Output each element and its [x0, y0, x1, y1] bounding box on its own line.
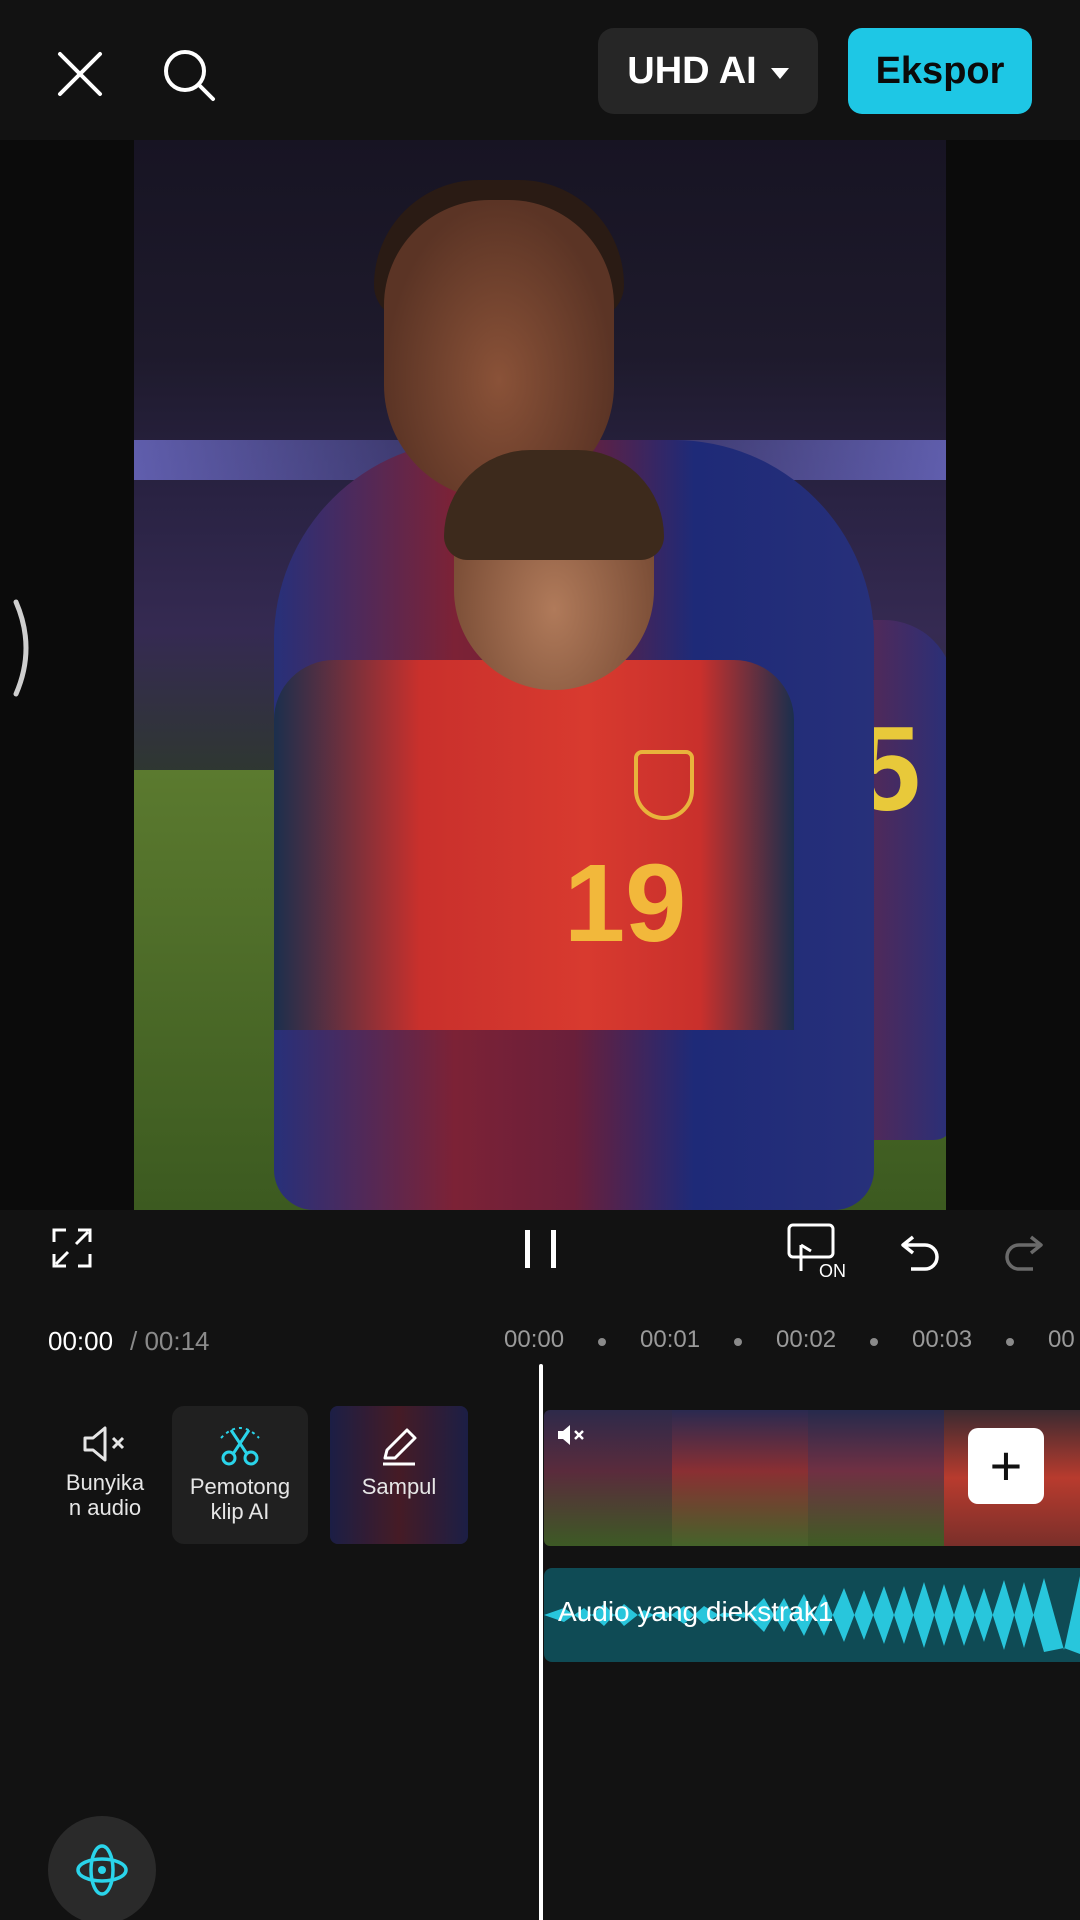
ruler-tick: 00: [1048, 1326, 1075, 1353]
clip-thumbnail: [808, 1410, 944, 1546]
playhead[interactable]: [539, 1364, 543, 1920]
ruler-tick: 00:02: [776, 1326, 837, 1353]
redo-icon: [1005, 1235, 1043, 1271]
audio-track-label: Audio yang diekstrak1: [558, 1596, 834, 1627]
svg-text:ON: ON: [819, 1261, 846, 1281]
keyframe-toggle[interactable]: ON: [782, 1218, 852, 1284]
undo-button[interactable]: [896, 1224, 948, 1276]
fullscreen-button[interactable]: [46, 1222, 98, 1274]
player-controls: ON: [0, 1210, 1080, 1290]
edit-icon: [383, 1428, 417, 1466]
close-button[interactable]: [50, 44, 110, 104]
video-preview[interactable]: 5 19: [134, 140, 946, 1210]
audio-track[interactable]: Audio yang diekstrak1: [544, 1568, 1080, 1662]
time-row: 00:00 / 00:14 00:00 00:01 00:02 00:03 00: [0, 1318, 1080, 1366]
close-icon: [58, 52, 102, 96]
search-icon: [164, 50, 215, 101]
undo-icon: [901, 1235, 939, 1271]
timeline[interactable]: Bunyikan audio Pemotong klip AI Sampul +: [0, 1364, 1080, 1920]
ai-assistant-button[interactable]: [48, 1816, 156, 1920]
cover-label: Sampul: [361, 1474, 437, 1499]
search-button[interactable]: [158, 44, 220, 106]
chevron-down-icon: [770, 67, 789, 79]
track-muted-icon: [558, 1425, 584, 1445]
quality-label: UHD AI: [627, 49, 757, 92]
ai-cutter-icon: [220, 1427, 260, 1466]
unmute-audio-button[interactable]: Bunyikan audio: [52, 1406, 158, 1544]
pause-icon: [525, 1230, 556, 1268]
ruler-tick: 00:03: [912, 1326, 973, 1353]
fullscreen-icon: [52, 1228, 92, 1268]
top-bar: UHD AI Ekspor: [0, 0, 1080, 140]
ai-clip-cutter-label: Pemotong klip AI: [189, 1474, 291, 1525]
ruler-tick: 00:00: [504, 1326, 565, 1353]
cover-button[interactable]: Sampul: [330, 1406, 468, 1544]
keyframe-on-icon: ON: [787, 1223, 846, 1281]
side-panel-handle[interactable]: [10, 598, 38, 698]
clip-thumbnail: [672, 1410, 808, 1546]
quality-dropdown[interactable]: UHD AI: [598, 28, 818, 114]
ai-clip-cutter-button[interactable]: Pemotong klip AI: [172, 1406, 308, 1544]
plus-icon: +: [989, 1434, 1023, 1497]
unmute-audio-label: Bunyikan audio: [65, 1470, 145, 1521]
ruler-tick: 00:01: [640, 1326, 701, 1353]
export-button[interactable]: Ekspor: [848, 28, 1032, 114]
add-clip-button[interactable]: +: [968, 1428, 1044, 1504]
mute-icon: [83, 1426, 125, 1462]
overlay-cutout[interactable]: 19: [274, 450, 794, 1030]
preview-area: 5 19: [0, 140, 1080, 1210]
pause-button[interactable]: [516, 1222, 566, 1276]
ai-assistant-icon: [76, 1844, 128, 1896]
current-time: 00:00: [48, 1326, 114, 1356]
redo-button[interactable]: [996, 1224, 1048, 1276]
total-time: / 00:14: [130, 1326, 210, 1356]
